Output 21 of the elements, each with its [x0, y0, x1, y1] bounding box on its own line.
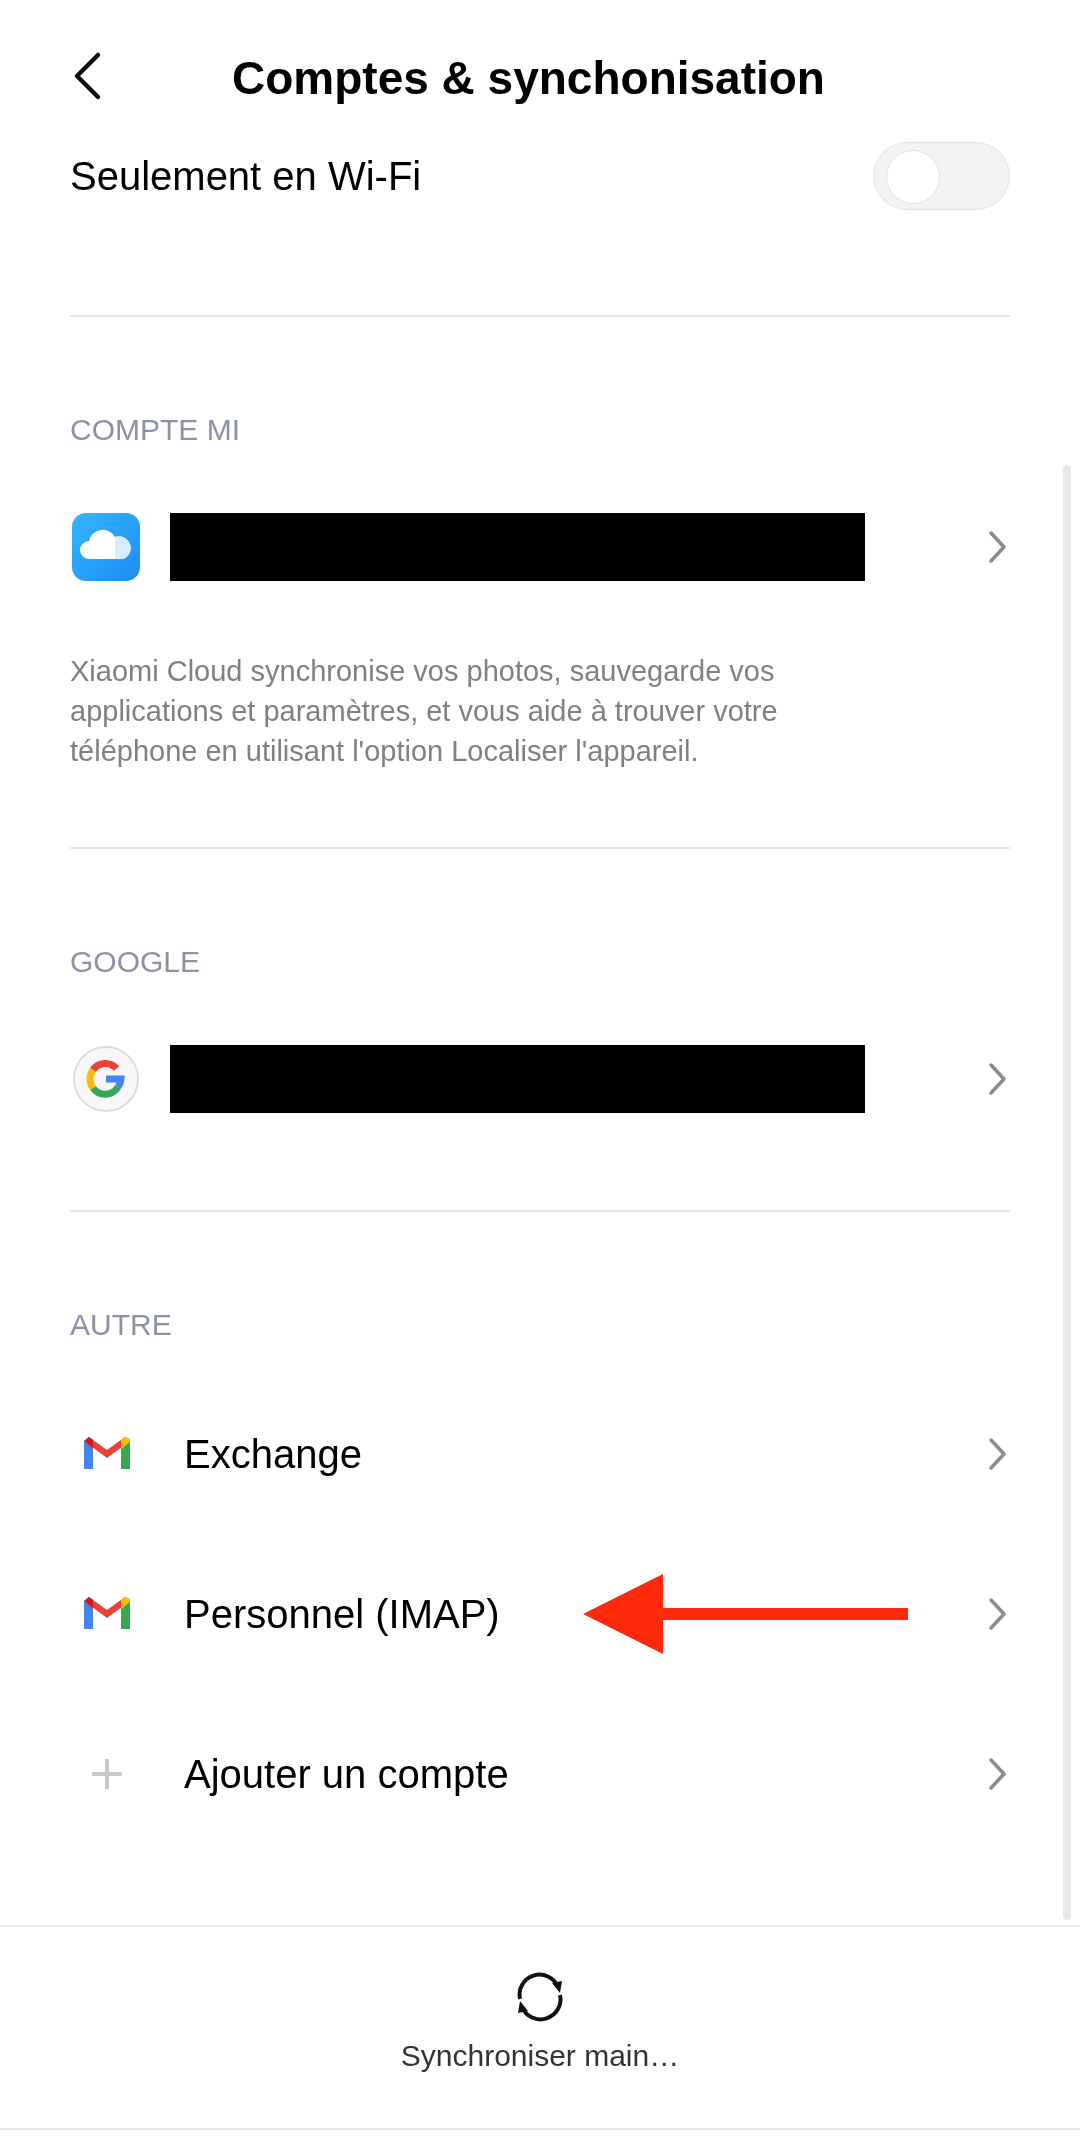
chevron-icon [988, 1597, 1008, 1631]
section-header: COMPTE MI [70, 412, 241, 448]
account-row[interactable]: Exchange [70, 1374, 1010, 1534]
account-row[interactable]: Ajouter un compte [70, 1694, 1010, 1854]
section-header: AUTRE [70, 1307, 173, 1343]
page-title: Comptes & synchonisation [232, 51, 825, 105]
setting-label: Seulement en Wi-Fi [70, 153, 422, 199]
chevron-icon [988, 1757, 1008, 1791]
cloud-icon [72, 513, 140, 581]
section-header: GOOGLE [70, 944, 202, 980]
sync-button[interactable]: Synchroniser main… [400, 2039, 680, 2073]
row-label: Ajouter un compte [184, 1751, 509, 1797]
row-label: Exchange [184, 1431, 362, 1477]
row-label: Personnel (IMAP) [184, 1591, 500, 1637]
description-text: Xiaomi Cloud synchronise vos photos, sauvegarde vos applications et paramètres, et vous aide à trouver votre téléphone en utilisant l'option Localiser l'appareil. [70, 654, 779, 769]
chevron-icon [988, 530, 1008, 564]
google-icon [72, 1045, 140, 1113]
back-icon[interactable] [72, 51, 102, 101]
chevron-icon [988, 1437, 1008, 1471]
account-row[interactable]: Personnel (IMAP) [70, 1534, 1010, 1694]
chevron-icon [988, 1062, 1008, 1096]
